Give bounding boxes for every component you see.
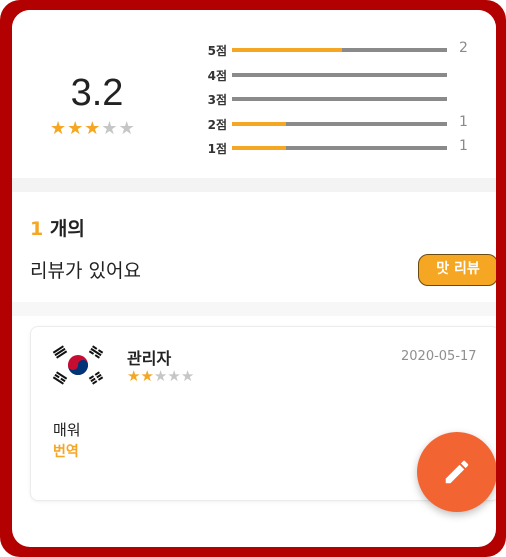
rating-bar-track (232, 48, 447, 52)
translate-link[interactable]: 번역 (53, 441, 79, 461)
rating-bar-fill (232, 146, 286, 150)
star-icon: ★ (118, 118, 135, 139)
write-review-button[interactable] (417, 432, 496, 512)
rating-row: 2점 1 (187, 114, 487, 139)
rating-bar-track (232, 72, 447, 77)
star-icon: ★ (167, 367, 181, 385)
rating-bar-track (232, 97, 447, 101)
rating-row-count: 1 (459, 113, 468, 130)
rating-row-count: 1 (459, 138, 468, 154)
rating-bar-fill (232, 48, 342, 52)
rating-row-label: 3점 (207, 93, 227, 107)
rating-row: 1점 1 (187, 138, 487, 163)
rating-bar-track (232, 121, 447, 126)
review-date: 2020-05-17 (401, 349, 477, 364)
review-text: 매워 (53, 421, 81, 439)
review-count-unit: 개의 (43, 218, 85, 240)
star-icon: ★ (84, 118, 101, 139)
star-icon: ★ (50, 118, 67, 139)
section-divider (12, 302, 496, 316)
star-icon: ★ (127, 367, 141, 385)
star-icon: ★ (140, 367, 154, 385)
device-frame: 3.2 ★ ★ ★ ★ ★ 5점 2 4점 3점 2점 1 1점 1 1 개의 리뷰가 있어요 맛 리… (0, 0, 506, 557)
star-icon: ★ (101, 118, 118, 139)
review-count-number: 1 (30, 218, 44, 240)
star-icon: ★ (153, 367, 168, 385)
rating-row-label: 4점 (207, 68, 227, 83)
section-divider (12, 178, 496, 192)
taste-review-button[interactable]: 맛 리뷰 (418, 254, 496, 286)
rating-bar-track (232, 146, 447, 150)
pencil-icon (445, 460, 469, 484)
rating-distribution: 5점 2 4점 3점 2점 1 1점 1 (187, 40, 487, 163)
review-author: 관리자 (127, 349, 172, 368)
rating-bar-fill (232, 121, 286, 126)
rating-summary: 3.2 ★ ★ ★ ★ ★ 5점 2 4점 3점 2점 1 1점 1 (12, 10, 496, 178)
korea-flag-icon (49, 343, 107, 387)
review-count: 1 개의 (30, 214, 85, 241)
app-screen: 3.2 ★ ★ ★ ★ ★ 5점 2 4점 3점 2점 1 1점 1 1 개의 리뷰가 있어요 맛 리… (12, 10, 496, 547)
rating-row: 4점 (187, 65, 487, 90)
star-icon: ★ (180, 367, 195, 385)
rating-row: 3점 (187, 89, 487, 114)
average-rating: 3.2 (70, 72, 124, 114)
rating-row: 5점 2 (187, 40, 487, 65)
review-count-section: 1 개의 리뷰가 있어요 맛 리뷰 (12, 192, 496, 302)
average-stars: ★ ★ ★ ★ ★ (50, 120, 135, 138)
rating-row-count: 2 (459, 40, 468, 56)
star-icon: ★ (67, 118, 84, 139)
review-count-subtitle: 리뷰가 있어요 (30, 260, 141, 282)
rating-row-label: 2점 (207, 117, 227, 132)
rating-row-label: 5점 (207, 44, 227, 58)
review-stars: ★ ★ ★ ★ ★ (127, 369, 194, 384)
rating-row-label: 1점 (207, 142, 227, 156)
